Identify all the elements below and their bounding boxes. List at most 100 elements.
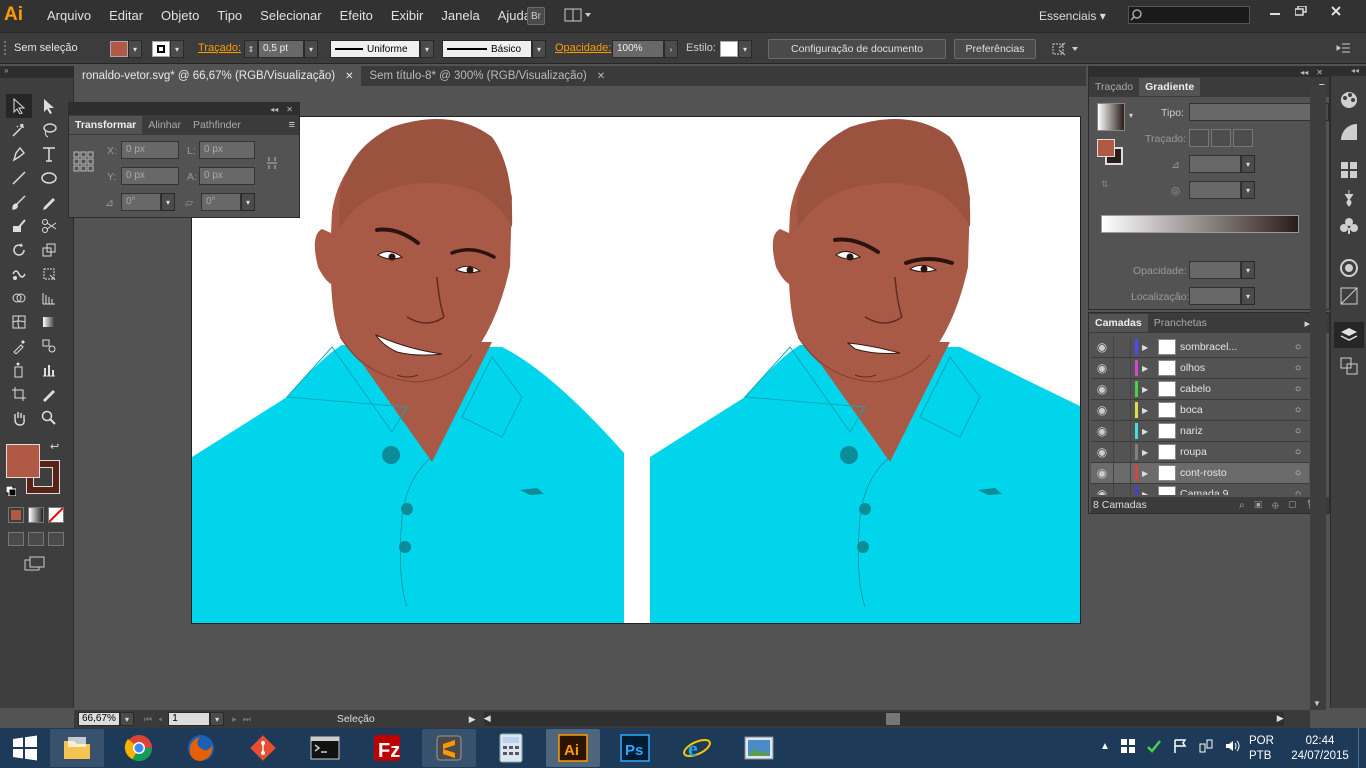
minimize-button[interactable]	[1262, 2, 1288, 20]
aspect-ratio-field[interactable]: ▾	[1189, 181, 1255, 199]
panel-menu-icon[interactable]: ≡	[289, 119, 299, 131]
volume-icon[interactable]	[1224, 738, 1240, 754]
start-button[interactable]	[0, 728, 50, 768]
close-tab-icon[interactable]: ✕	[345, 71, 353, 82]
visibility-eye-icon[interactable]: ◉	[1091, 466, 1113, 480]
show-desktop-button[interactable]	[1358, 728, 1366, 768]
layer-row[interactable]: ◉ ▶ sombracel... ○	[1091, 337, 1309, 358]
line-tool[interactable]	[6, 166, 32, 190]
rotate-dropdown[interactable]: ▾	[161, 193, 175, 211]
tab-ronaldo-vetor[interactable]: ronaldo-vetor.svg* @ 66,67% (RGB/Visuali…	[74, 66, 362, 86]
artboard-number[interactable]: 1	[168, 712, 211, 726]
calculator-button[interactable]	[484, 729, 538, 767]
visibility-eye-icon[interactable]: ◉	[1091, 340, 1113, 354]
stroke-color-control[interactable]: ▾	[152, 40, 184, 58]
status-menu-arrow[interactable]: ▶	[469, 714, 476, 725]
lock-toggle[interactable]	[1113, 463, 1131, 483]
screen-mode-button[interactable]	[24, 556, 46, 572]
scale-tool[interactable]	[36, 238, 62, 262]
scissors-tool[interactable]	[36, 214, 62, 238]
ellipse-tool[interactable]	[36, 166, 62, 190]
target-circle-icon[interactable]: ○	[1287, 467, 1309, 479]
graphic-style-control[interactable]: ▾	[720, 40, 752, 58]
close-panel-icon[interactable]: ✕	[1316, 68, 1323, 77]
bridge-button[interactable]: Br	[527, 7, 545, 25]
brush-dropdown[interactable]: ▾	[532, 40, 546, 58]
fill-swatch[interactable]	[110, 41, 128, 57]
illustrator-button[interactable]: Ai	[546, 729, 600, 767]
expand-arrow-icon[interactable]: ▶	[1142, 385, 1154, 394]
zoom-dropdown[interactable]: ▾	[120, 712, 134, 726]
paintbrush-tool[interactable]	[6, 190, 32, 214]
shape-builder-tool[interactable]	[6, 286, 32, 310]
expand-arrow-icon[interactable]: ▶	[1142, 406, 1154, 415]
layer-name[interactable]: sombracel...	[1180, 341, 1287, 353]
layer-row[interactable]: ◉ ▶ Camada 9 ○	[1091, 484, 1309, 495]
gradient-opacity-field[interactable]: ▾	[1189, 261, 1255, 279]
visibility-eye-icon[interactable]: ◉	[1091, 361, 1113, 375]
menu-tipo[interactable]: Tipo	[217, 8, 242, 23]
collapse-panel-icon[interactable]: ◂◂	[1300, 68, 1308, 77]
menu-arquivo[interactable]: Arquivo	[47, 8, 91, 23]
photo-viewer-button[interactable]	[732, 729, 786, 767]
security-check-icon[interactable]	[1146, 738, 1162, 754]
target-circle-icon[interactable]: ○	[1287, 404, 1309, 416]
expand-arrow-icon[interactable]: ▶	[1142, 343, 1154, 352]
lock-toggle[interactable]	[1113, 442, 1131, 462]
reference-point-icon[interactable]	[73, 151, 95, 173]
zoom-tool[interactable]	[36, 406, 62, 430]
artboards-strip-icon[interactable]	[1339, 356, 1359, 376]
tab-tracado[interactable]: Traçado	[1089, 78, 1139, 96]
selection-tool[interactable]	[6, 94, 32, 118]
gradient-type-select[interactable]: ▾	[1189, 103, 1329, 121]
lock-toggle[interactable]	[1113, 337, 1131, 357]
gradient-mode-button[interactable]	[28, 507, 44, 523]
restore-button[interactable]	[1288, 2, 1314, 20]
menu-selecionar[interactable]: Selecionar	[260, 8, 321, 23]
lock-toggle[interactable]	[1113, 400, 1131, 420]
target-circle-icon[interactable]: ○	[1287, 341, 1309, 353]
target-circle-icon[interactable]: ○	[1287, 425, 1309, 437]
layer-name[interactable]: nariz	[1180, 425, 1287, 437]
expand-arrow-icon[interactable]: ▶	[1142, 448, 1154, 457]
clock[interactable]: 02:44 24/07/2015	[1288, 734, 1352, 764]
git-button[interactable]	[236, 729, 290, 767]
artboard-tool[interactable]	[6, 382, 32, 406]
layer-name[interactable]: olhos	[1180, 362, 1287, 374]
stroke-along-button[interactable]	[1211, 129, 1231, 147]
gradient-preset-dropdown[interactable]: ▾	[1129, 111, 1133, 120]
stroke-within-button[interactable]	[1189, 129, 1209, 147]
expand-arrow-icon[interactable]: ▶	[1142, 364, 1154, 373]
visibility-eye-icon[interactable]: ◉	[1091, 445, 1113, 459]
arrange-documents-button[interactable]	[564, 8, 592, 22]
layer-row[interactable]: ◉ ▶ cont-rosto ○	[1091, 463, 1309, 484]
fill-color-control[interactable]: ▾	[110, 40, 142, 58]
fill-indicator[interactable]	[1097, 139, 1115, 157]
blend-tool[interactable]	[36, 334, 62, 358]
pen-tool[interactable]	[6, 142, 32, 166]
warp-tool[interactable]	[6, 262, 32, 286]
layer-name[interactable]: cont-rosto	[1180, 467, 1287, 479]
artboard-nav-next[interactable]: ▸⏭	[232, 714, 257, 725]
zoom-field[interactable]: 66,67% ▾	[78, 712, 134, 726]
opacity-input[interactable]: 100%	[612, 40, 664, 58]
gradient-preview[interactable]	[1097, 103, 1125, 131]
action-center-icon[interactable]	[1120, 738, 1136, 754]
artboard-dropdown[interactable]: ▾	[210, 712, 225, 726]
x-input[interactable]: 0 px	[121, 141, 179, 159]
tab-pranchetas[interactable]: Pranchetas	[1148, 314, 1213, 332]
transform-options-button[interactable]	[1050, 41, 1080, 57]
cmd-button[interactable]	[298, 729, 352, 767]
lasso-tool[interactable]	[36, 118, 62, 142]
close-panel-icon[interactable]: ✕	[286, 105, 293, 114]
gradient-location-field[interactable]: ▾	[1189, 287, 1255, 305]
layer-row[interactable]: ◉ ▶ olhos ○	[1091, 358, 1309, 379]
collapse-panel-icon[interactable]: ◂◂	[270, 105, 278, 114]
target-circle-icon[interactable]: ○	[1287, 446, 1309, 458]
style-dropdown[interactable]: ▾	[738, 40, 752, 58]
gradient-tool[interactable]	[36, 310, 62, 334]
gradient-slider[interactable]	[1101, 215, 1299, 233]
flag-icon[interactable]	[1172, 738, 1188, 754]
lock-toggle[interactable]	[1113, 421, 1131, 441]
input-language[interactable]: POR PTB	[1249, 734, 1274, 764]
